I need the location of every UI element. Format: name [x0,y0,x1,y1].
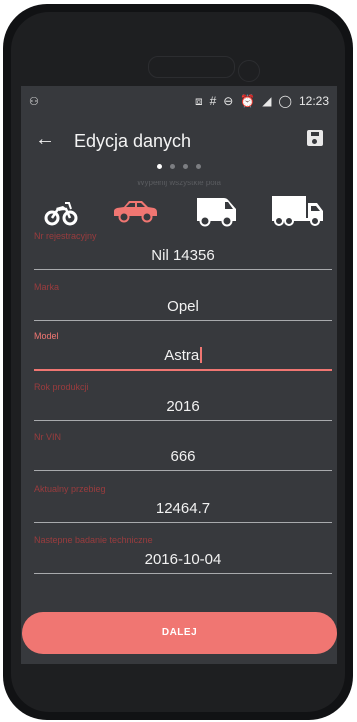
vehicle-type-selector [21,194,337,230]
accessibility-icon: ⚇ [29,96,39,108]
model-label: Model [34,331,59,341]
next-inspection-field[interactable]: Nastepne badanie techniczne 2016-10-04 [34,535,332,583]
hash-icon: # [209,94,217,108]
production-year-underline [34,420,332,421]
production-year-value: 2016 [166,398,200,415]
app-screen: ⚇ ⧈ # ⊖ ⏰ ◢ ◯ 12:23 ← Edycja danych Wype… [21,86,337,664]
hint-text: Wypełnij wszystkie pola [137,181,221,187]
mileage-value: 12464.7 [155,500,211,517]
pager-dot [157,164,162,169]
dnd-icon: ⊖ [223,94,234,108]
pager-indicator [21,164,337,169]
status-time: 12:23 [298,94,329,108]
registration-underline [34,269,332,270]
registration-value: Nil 14356 [151,247,215,264]
save-icon[interactable] [307,130,323,146]
alarm-icon: ⏰ [240,94,256,108]
phone-speaker [148,56,235,78]
vin-label: Nr VIN [34,432,61,442]
brand-field[interactable]: Marka Opel [34,282,332,330]
registration-field[interactable]: Nr rejestracyjny Nil 14356 [34,231,332,279]
next-inspection-value: 2016-10-04 [144,551,222,568]
brand-label: Marka [34,282,60,292]
status-bar: ⚇ ⧈ # ⊖ ⏰ ◢ ◯ 12:23 [21,86,337,116]
next-inspection-label: Nastepne badanie techniczne [34,535,153,545]
vin-field[interactable]: Nr VIN 666 [34,432,332,480]
brand-value: Opel [167,298,199,315]
car-icon[interactable] [111,194,159,228]
brand-underline [34,320,332,321]
model-value: Astra [164,347,200,364]
registration-label: Nr rejestracyjny [34,231,97,241]
pager-dot [183,164,188,169]
arrow-left-icon[interactable]: ← [35,128,55,151]
van-icon[interactable] [194,194,240,228]
cast-icon: ⧈ [194,94,203,108]
mileage-field[interactable]: Aktualny przebieg 12464.7 [34,484,332,532]
sync-icon: ◯ [278,94,292,108]
page-title: Edycja danych [74,131,192,151]
next-inspection-underline [34,573,332,574]
model-underline [34,369,332,371]
pager-dot [196,164,201,169]
pager-dot [170,164,175,169]
signal-icon: ◢ [262,94,272,108]
app-bar: ← Edycja danych [21,116,337,166]
next-button[interactable]: DALEJ [22,612,337,654]
production-year-field[interactable]: Rok produkcji 2016 [34,382,332,430]
mileage-label: Aktualny przebieg [34,484,106,494]
truck-icon[interactable] [271,194,325,228]
vin-underline [34,470,332,471]
phone-camera [238,60,260,82]
mileage-underline [34,522,332,523]
text-cursor [200,347,202,363]
production-year-label: Rok produkcji [34,382,89,392]
motorcycle-icon[interactable] [44,194,78,228]
vin-value: 666 [170,448,196,465]
model-field[interactable]: Model Astra [34,331,332,379]
